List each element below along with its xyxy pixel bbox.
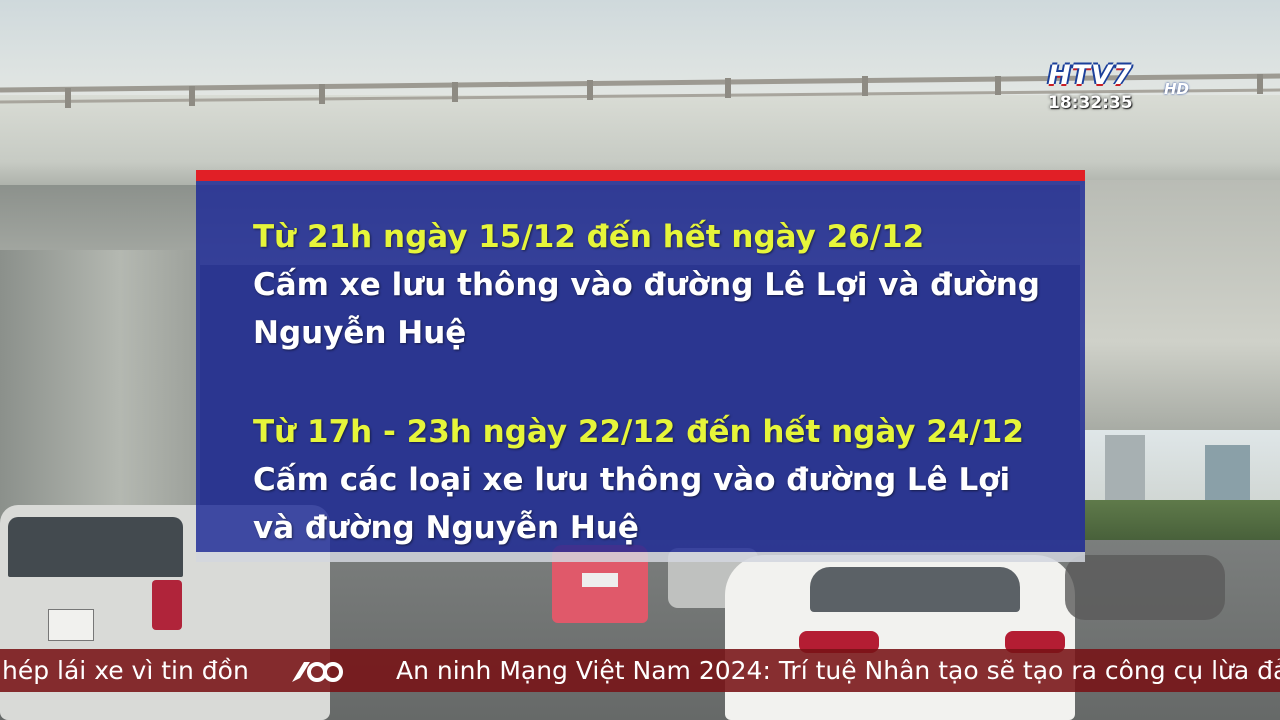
hd-badge: HD [1164, 80, 1190, 98]
notice-2-text: Cấm các loại xe lưu thông vào đường Lê L… [253, 462, 1011, 546]
notice-block-1: Từ 21h ngày 15/12 đến hết ngày 26/12 Cấm… [253, 213, 1053, 357]
traffic-notice-panel: Từ 21h ngày 15/12 đến hết ngày 26/12 Cấm… [196, 170, 1085, 562]
panel-body: Từ 21h ngày 15/12 đến hết ngày 26/12 Cấm… [196, 181, 1085, 552]
white-sedan [725, 555, 1075, 720]
overpass-pillar [0, 250, 200, 540]
ticker-previous-headline: hép lái xe vì tin đồn [2, 656, 249, 685]
60s-logo-icon [292, 662, 343, 682]
broadcast-clock: 18:32:35 [1048, 93, 1133, 113]
notice-1-heading: Từ 21h ngày 15/12 đến hết ngày 26/12 [253, 219, 925, 255]
news-ticker: hép lái xe vì tin đồn An ninh Mạng Việt … [0, 649, 1280, 692]
notice-block-2: Từ 17h - 23h ngày 22/12 đến hết ngày 24/… [253, 408, 1053, 552]
ticker-current-headline: An ninh Mạng Việt Nam 2024: Trí tuệ Nhân… [396, 656, 1280, 685]
notice-1-text: Cấm xe lưu thông vào đường Lê Lợi và đườ… [253, 267, 1040, 351]
panel-accent-bar [196, 170, 1085, 181]
motorbikes [1065, 555, 1225, 620]
channel-logo-text: HTV7 [1048, 60, 1133, 91]
overpass-right-section [1080, 180, 1280, 450]
panel-bottom-strip [196, 552, 1085, 562]
notice-2-heading: Từ 17h - 23h ngày 22/12 đến hết ngày 24/… [253, 414, 1024, 450]
